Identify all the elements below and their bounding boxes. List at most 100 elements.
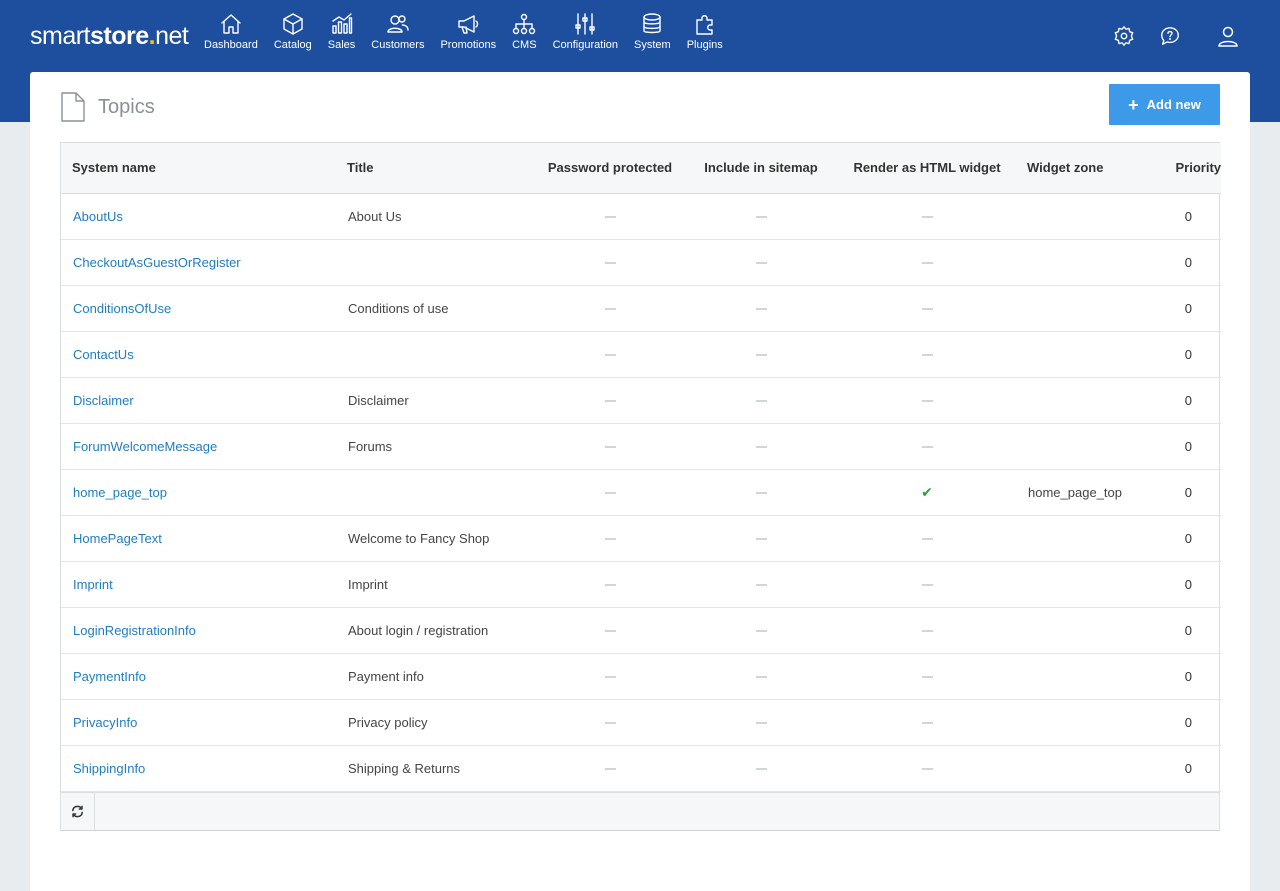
dash-icon [921,630,933,633]
cell-widget-zone [1016,423,1143,469]
dash-icon [755,492,767,495]
cell-password-protected [536,607,684,653]
topic-link[interactable]: Imprint [73,577,113,592]
topic-link[interactable]: Disclaimer [73,393,134,408]
cell-system-name: ForumWelcomeMessage [61,423,336,469]
dash-icon [921,400,933,403]
cell-include-in-sitemap [684,653,838,699]
dash-icon [755,446,767,449]
cube-icon [283,13,303,35]
topic-link[interactable]: ForumWelcomeMessage [73,439,217,454]
cell-priority: 0 [1184,254,1192,270]
topic-link[interactable]: CheckoutAsGuestOrRegister [73,255,241,270]
cell-password-protected [536,377,684,423]
nav-configuration[interactable]: Configuration [545,12,626,62]
cell-system-name: PaymentInfo [61,653,336,699]
page-title: Topics [60,92,155,122]
column-header-title[interactable]: Title [336,143,536,194]
topic-link[interactable]: AboutUs [73,209,123,224]
dash-icon [604,538,616,541]
column-header-system-name[interactable]: System name [61,143,336,194]
table-row[interactable]: Disclaimer Disclaimer 0 [61,377,1221,423]
house-icon [221,14,241,34]
column-header-password-protected[interactable]: Password protected [536,143,684,194]
nav-sales[interactable]: Sales [320,12,364,62]
dash-icon [604,492,616,495]
nav-dashboard[interactable]: Dashboard [196,12,266,62]
table-row[interactable]: PrivacyInfo Privacy policy 0 [61,699,1221,745]
dash-icon [921,722,933,725]
topic-link[interactable]: LoginRegistrationInfo [73,623,196,638]
dash-icon [921,354,933,357]
nav-system[interactable]: System [626,12,679,62]
cell-widget-zone [1016,699,1143,745]
cell-widget-zone [1016,745,1143,791]
cell-render-as-widget [838,423,1016,469]
topic-link[interactable]: ConditionsOfUse [73,301,171,316]
cell-priority: 0 [1184,622,1192,638]
cell-priority: 0 [1184,668,1192,684]
table-row[interactable]: CheckoutAsGuestOrRegister 0 [61,239,1221,285]
user-menu-button[interactable] [1214,22,1242,50]
cell-priority: 0 [1184,530,1192,546]
megaphone-icon [458,15,479,34]
cell-system-name: Disclaimer [61,377,336,423]
topic-link[interactable]: ContactUs [73,347,134,362]
dash-icon [921,216,933,219]
topic-link[interactable]: ShippingInfo [73,761,145,776]
header-actions [1110,22,1242,50]
dash-icon [755,308,767,311]
help-button[interactable] [1156,22,1184,50]
cell-system-name: ConditionsOfUse [61,285,336,331]
topic-link[interactable]: PaymentInfo [73,669,146,684]
settings-button[interactable] [1110,22,1138,50]
refresh-button[interactable] [61,793,95,830]
cell-include-in-sitemap [684,469,838,515]
nav-promotions[interactable]: Promotions [432,12,504,62]
column-header-widget-zone[interactable]: Widget zone [1016,143,1143,194]
table-row[interactable]: ForumWelcomeMessage Forums 0 [61,423,1221,469]
table-row[interactable]: LoginRegistrationInfo About login / regis… [61,607,1221,653]
dash-icon [755,216,767,219]
nav-sales-label: Sales [327,39,356,51]
nav-customers[interactable]: Customers [363,12,432,62]
column-header-priority[interactable]: Priority [1143,143,1221,194]
topic-link[interactable]: PrivacyInfo [73,715,137,730]
table-row[interactable]: AboutUs About Us 0 [61,193,1221,239]
cell-system-name: CheckoutAsGuestOrRegister [61,239,336,285]
table-row[interactable]: ContactUs 0 [61,331,1221,377]
table-row[interactable]: HomePageText Welcome to Fancy Shop 0 [61,515,1221,561]
dash-icon [921,538,933,541]
column-header-include-in-sitemap[interactable]: Include in sitemap [684,143,838,194]
table-row[interactable]: home_page_top ✔ home_page_top 0 [61,469,1221,515]
dash-icon [755,630,767,633]
column-header-render-as-widget[interactable]: Render as HTML widget [838,143,1016,194]
cell-system-name: PrivacyInfo [61,699,336,745]
dash-icon [604,630,616,633]
cell-include-in-sitemap [684,607,838,653]
table-row[interactable]: ShippingInfo Shipping & Returns 0 [61,745,1221,791]
dash-icon [755,722,767,725]
topic-link[interactable]: home_page_top [73,485,167,500]
topic-link[interactable]: HomePageText [73,531,162,546]
nav-cms[interactable]: CMS [504,12,544,62]
table-row[interactable]: ConditionsOfUse Conditions of use 0 [61,285,1221,331]
cell-include-in-sitemap [684,561,838,607]
table-row[interactable]: Imprint Imprint 0 [61,561,1221,607]
cell-system-name: ContactUs [61,331,336,377]
topics-grid: System name Title Password protected Inc… [60,142,1221,831]
cell-widget-zone [1016,331,1143,377]
cell-priority: 0 [1184,300,1192,316]
cell-include-in-sitemap [684,423,838,469]
nav-plugins[interactable]: Plugins [679,12,731,62]
brand-logo[interactable]: smartstore.net [30,22,189,51]
cell-password-protected [536,745,684,791]
add-new-button[interactable]: + Add new [1109,84,1220,125]
table-row[interactable]: PaymentInfo Payment info 0 [61,653,1221,699]
dash-icon [604,400,616,403]
cell-render-as-widget [838,607,1016,653]
nav-catalog[interactable]: Catalog [266,12,320,62]
page-title-text: Topics [98,95,155,118]
dash-icon [604,584,616,587]
topics-table: System name Title Password protected Inc… [61,143,1221,792]
